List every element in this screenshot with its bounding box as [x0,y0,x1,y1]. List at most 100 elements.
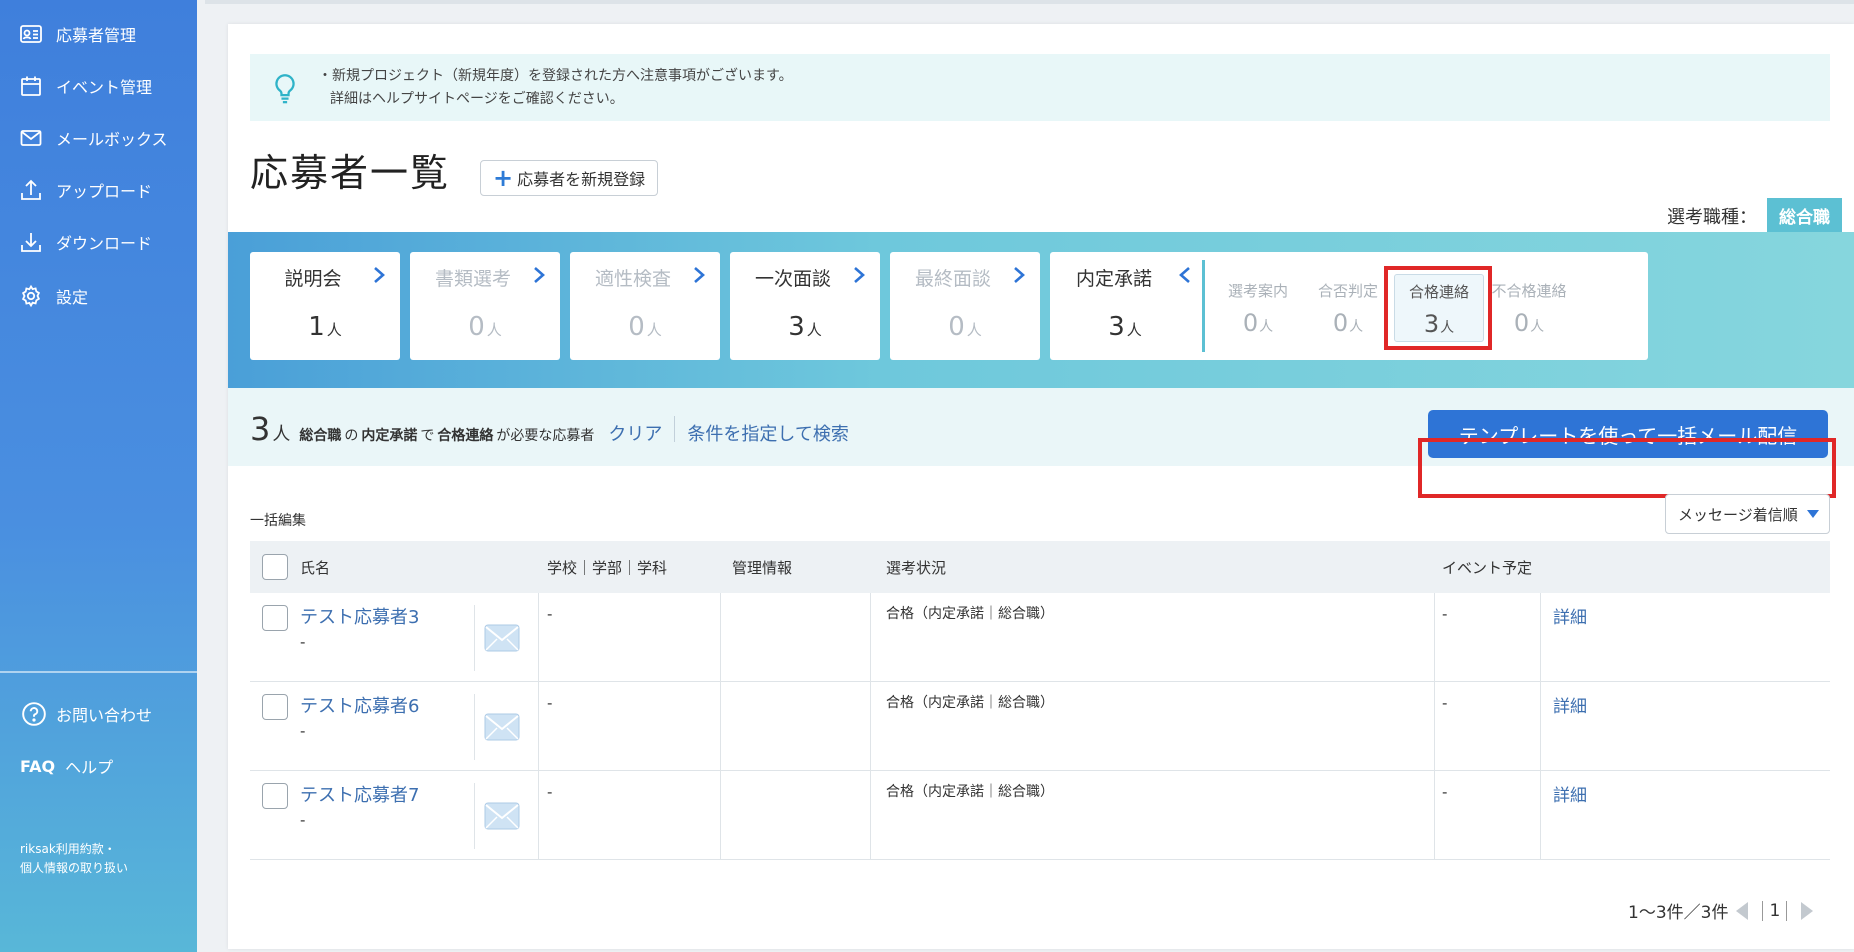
stage-count: 3人 [1108,312,1142,342]
row-checkbox[interactable] [262,694,288,720]
school-cell: - [547,605,553,623]
status-cell: 合格（内定承諾｜総合職） [886,695,1054,711]
notice-line-1: ・新規プロジェクト（新規年度）を登録された方へ注意事項がございます。 [318,67,793,84]
row-checkbox[interactable] [262,605,288,631]
sub-stage-fail-notification[interactable]: 不合格連絡 0人 [1484,274,1574,342]
detail-link[interactable]: 詳細 [1553,608,1587,628]
chevron-left-icon [1179,267,1190,283]
stage-card-first-interview[interactable]: 一次面談 3人 [730,252,880,360]
page-title: 応募者一覧 [250,151,451,195]
sidebar-item-settings[interactable]: 設定 [0,270,88,322]
filter-stage: 内定承諾 [361,428,418,444]
notice-help-link[interactable]: 詳細はヘルプサイトページをご確認ください。 [318,88,793,111]
school-cell: - [547,694,553,712]
filter-job-type: 総合職 [299,428,342,444]
faq-help-link[interactable]: FAQ ヘルプ [0,740,113,792]
envelope-icon[interactable] [484,801,520,831]
notice-text: ・新規プロジェクト（新規年度）を登録された方へ注意事項がございます。 詳細はヘル… [318,65,793,111]
sidebar-item-events[interactable]: イベント管理 [0,60,152,112]
stage-card-aptitude-test[interactable]: 適性検査 0人 [570,252,720,360]
contact-link[interactable]: お問い合わせ [0,688,152,740]
pagination: 1～3件／3件 1 [1628,898,1821,923]
status-cell: 合格（内定承諾｜総合職） [886,606,1054,622]
advanced-search-link[interactable]: 条件を指定して検索 [687,420,848,446]
select-all-cell [262,541,288,593]
add-applicant-label: 応募者を新規登録 [517,170,646,189]
filter-summary: 3 人 総合職 の 内定承諾 で 合格連絡 が必要な応募者 クリア 条件を指定し… [250,410,849,448]
stage-divider [1202,260,1205,352]
table-row: テスト応募者7 - - 合格（内定承諾｜総合職） - 詳細 [250,771,1830,860]
next-page-button[interactable] [1801,901,1814,920]
filter-sub-stage: 合格連絡 [437,428,494,444]
pagination-summary: 1～3件／3件 [1628,903,1729,923]
col-status: 選考状況 [886,558,947,577]
stage-count: 0人 [468,312,502,342]
privacy-link[interactable]: 個人情報の取り扱い [20,859,128,878]
current-page[interactable]: 1 [1769,901,1780,921]
sidebar-nav: 応募者管理 イベント管理 メールボックス アップロード ダウンロード 設定 [0,0,197,670]
stage-count: 0人 [628,312,662,342]
result-unit: 人 [272,424,291,445]
clear-filter-link[interactable]: クリア [608,420,662,446]
lightbulb-icon [275,73,295,103]
sidebar-item-applicants[interactable]: 応募者管理 [0,8,136,60]
chevron-right-icon [694,267,705,283]
sidebar-item-download[interactable]: ダウンロード [0,216,152,268]
contact-label: お問い合わせ [56,706,153,725]
envelope-icon[interactable] [484,623,520,653]
bulk-mail-button[interactable]: テンプレートを使って一括メール配信 [1428,410,1828,458]
sidebar-item-label: メールボックス [56,130,168,149]
legal-links[interactable]: riksak利用約款・ 個人情報の取り扱い [20,840,128,878]
sub-stage-selection-guide[interactable]: 選考案内 0人 [1213,274,1303,342]
applicant-name-link[interactable]: テスト応募者6 [300,692,419,718]
applicant-sub: - [300,811,306,829]
sub-stage-pass-notification[interactable]: 合格連絡 3人 [1394,274,1484,342]
terms-link[interactable]: riksak利用約款・ [20,840,128,859]
sub-stage-label: 選考案内 [1227,282,1288,300]
stage-count: 3人 [788,312,822,342]
stage-label: 最終面談 [914,268,991,290]
detail-link[interactable]: 詳細 [1553,786,1587,806]
caret-down-icon [1807,510,1819,518]
pagination-separator [1786,900,1788,921]
applicant-table: 氏名 学校｜学部｜学科 管理情報 選考状況 イベント予定 テスト応募者3 - -… [250,541,1830,860]
sub-stage-pass-fail-judgment[interactable]: 合否判定 0人 [1303,274,1393,342]
applicant-sub: - [300,633,306,651]
sub-stage-count: 3人 [1423,310,1455,338]
sub-stage-count: 0人 [1242,309,1274,337]
sidebar-item-label: 応募者管理 [56,26,137,45]
stage-card-final-interview[interactable]: 最終面談 0人 [890,252,1040,360]
sidebar-item-upload[interactable]: アップロード [0,164,152,216]
sub-stage-label: 不合格連絡 [1491,282,1567,300]
plus-icon: + [493,164,514,192]
col-admin: 管理情報 [732,558,793,577]
stage-card-offer-accepted[interactable]: 内定承諾 3人 選考案内 0人 合否判定 0人 合格連絡 3人 不合格連絡 0人 [1050,252,1648,360]
stage-label: 適性検査 [594,268,671,290]
sort-order-select[interactable]: メッセージ着信順 [1665,494,1830,534]
add-applicant-button[interactable]: + 応募者を新規登録 [480,160,659,196]
stage-card-document-screening[interactable]: 書類選考 0人 [410,252,560,360]
table-row: テスト応募者6 - - 合格（内定承諾｜総合職） - 詳細 [250,682,1830,771]
stage-label: 書類選考 [434,268,511,290]
col-name[interactable]: 氏名 [300,541,330,593]
main-content: ・新規プロジェクト（新規年度）を登録された方へ注意事項がございます。 詳細はヘル… [228,24,1854,949]
row-checkbox[interactable] [262,783,288,809]
stage-card-briefing[interactable]: 説明会 1人 [250,252,400,360]
sidebar-item-label: 設定 [56,288,89,307]
sub-stage-label: 合否判定 [1317,282,1378,300]
filter-particle: で [420,428,435,444]
applicant-name-link[interactable]: テスト応募者3 [300,603,419,629]
bulk-edit-label[interactable]: 一括編集 [250,510,306,530]
detail-link[interactable]: 詳細 [1553,697,1587,717]
job-type-badge[interactable]: 総合職 [1767,198,1842,233]
status-cell: 合格（内定承諾｜総合職） [886,784,1054,800]
stage-label: 説明会 [284,268,342,290]
applicant-name-link[interactable]: テスト応募者7 [300,781,419,807]
sidebar-item-mailbox[interactable]: メールボックス [0,112,168,164]
result-count: 3 [250,410,271,448]
prev-page-button[interactable] [1736,901,1749,920]
envelope-icon[interactable] [484,712,520,742]
col-school: 学校｜学部｜学科 [547,558,668,577]
select-all-checkbox[interactable] [262,554,288,580]
sub-stage-count: 0人 [1513,309,1545,337]
